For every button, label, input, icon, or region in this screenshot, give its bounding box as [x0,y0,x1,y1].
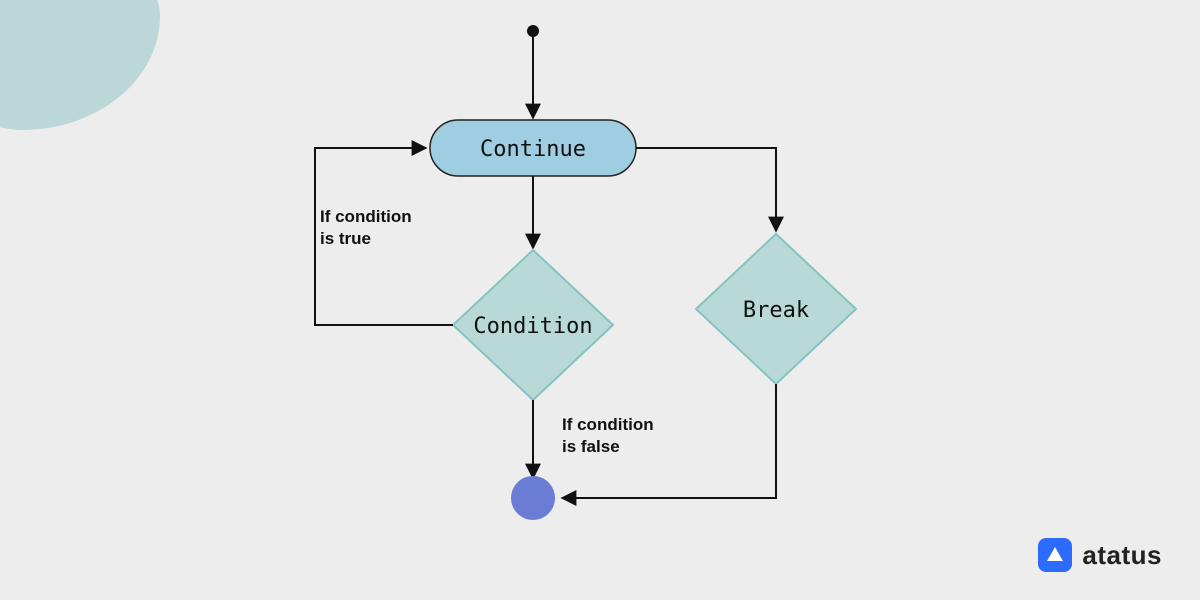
break-label: Break [743,298,809,323]
end-node [511,476,555,520]
condition-label: Condition [473,314,592,339]
brand-name: atatus [1082,540,1162,571]
edge-true-label-2: is true [320,229,371,248]
brand-icon [1038,538,1072,572]
continue-label: Continue [480,137,586,162]
edge-false-label-2: is false [562,437,620,456]
edge-false-label-1: If condition [562,415,654,434]
brand-logo: atatus [1038,538,1162,572]
edge-continue-break [636,148,776,231]
flowchart-canvas: Continue Condition If condition is true … [0,0,1200,600]
edge-true-label-1: If condition [320,207,412,226]
